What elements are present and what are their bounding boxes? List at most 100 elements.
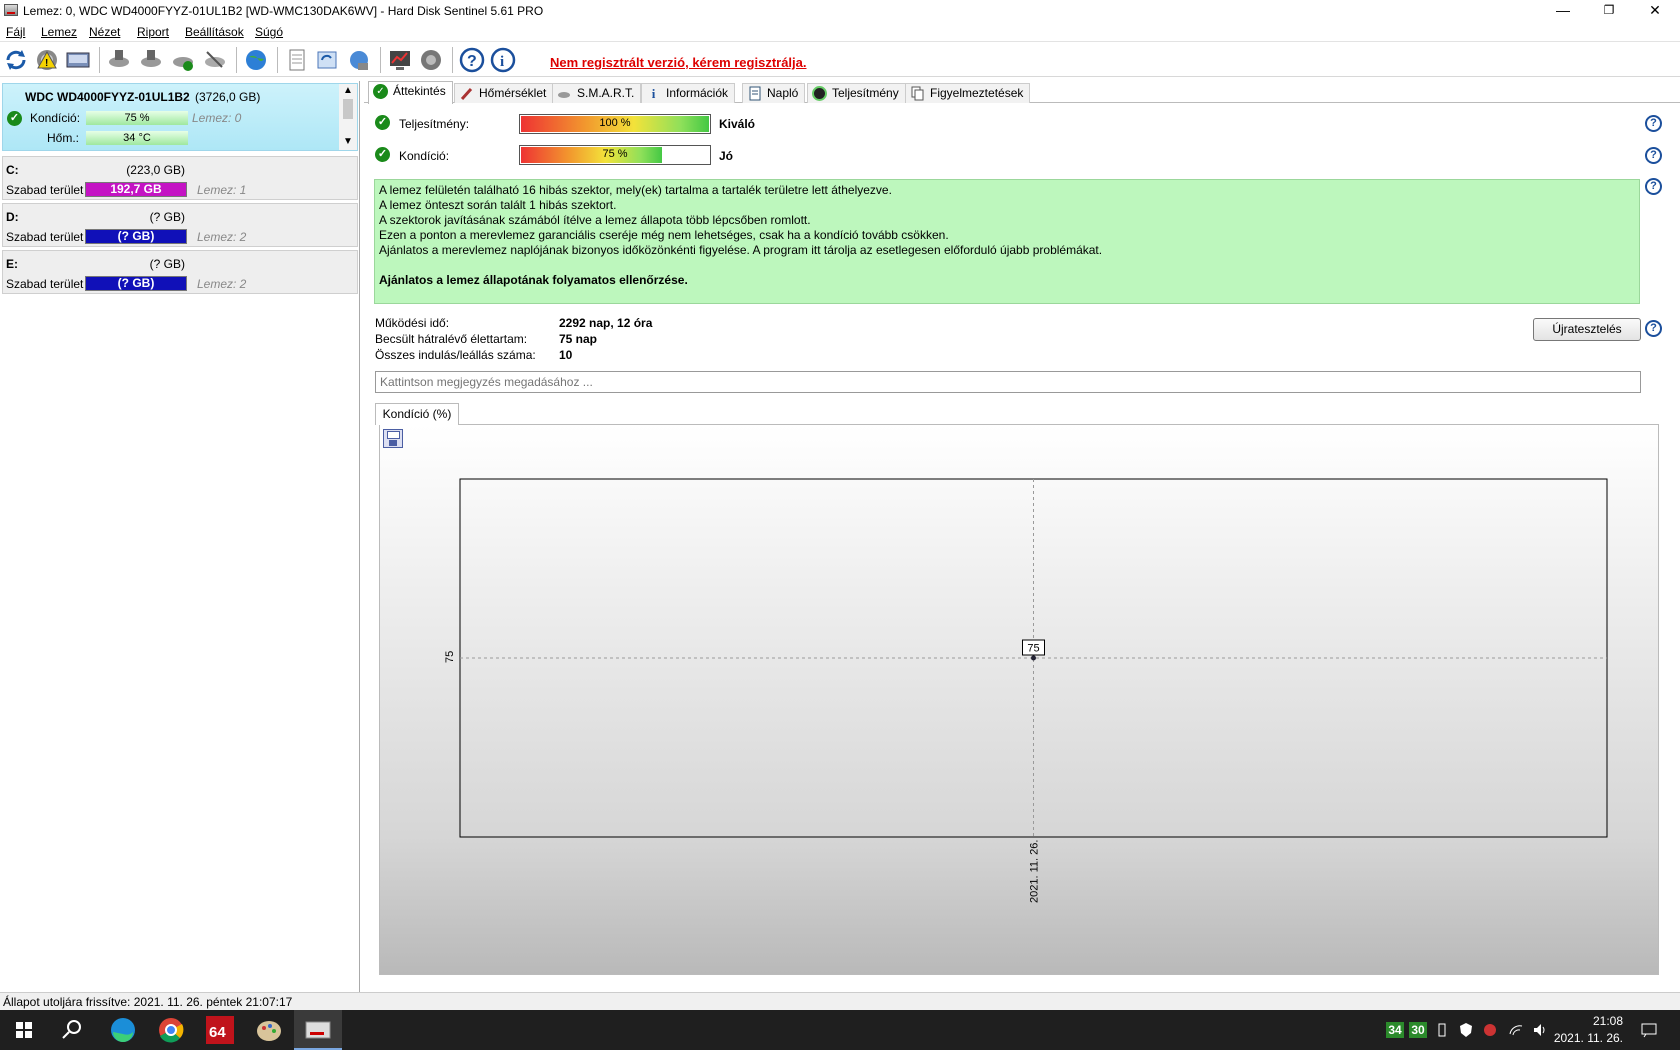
- performance-value: 100 %: [599, 117, 631, 129]
- alert-disk-icon[interactable]: !: [34, 47, 60, 73]
- menu-settings[interactable]: Beállítások: [185, 25, 244, 39]
- tab-label: Napló: [767, 86, 799, 100]
- tray-temperature-1[interactable]: 34: [1386, 1022, 1404, 1038]
- volume-card-e[interactable]: E: (? GB) Szabad terület (? GB) Lemez: 2: [2, 250, 358, 294]
- menu-bar: Fájl Lemez Nézet Riport Beállítások Súgó: [0, 22, 1680, 42]
- volume-size: (? GB): [149, 257, 185, 271]
- free-space-value: (? GB): [117, 276, 155, 290]
- data-point: [1031, 655, 1036, 661]
- disk-test-icon[interactable]: [106, 47, 132, 73]
- edge-browser-icon[interactable]: [99, 1010, 147, 1050]
- taskbar: 64 34 30 21:08 2021. 11. 26.: [0, 1010, 1680, 1050]
- info-icon: i: [651, 86, 656, 101]
- menu-help[interactable]: Súgó: [255, 25, 283, 39]
- scroll-down-icon[interactable]: ▼: [343, 136, 353, 147]
- search-icon[interactable]: [48, 1010, 96, 1050]
- tab-information[interactable]: i Információk: [641, 83, 736, 103]
- retest-button[interactable]: Újratesztelés: [1533, 318, 1641, 341]
- performance-check-icon: ✓: [375, 115, 390, 130]
- wifi-icon[interactable]: [1508, 1022, 1524, 1038]
- free-space-bar: 192,7 GB: [85, 182, 187, 197]
- disk-list-scrollbar[interactable]: ▲ ▼: [339, 84, 357, 150]
- menu-view[interactable]: Nézet: [89, 25, 120, 39]
- sync-icon[interactable]: [314, 47, 340, 73]
- scroll-thumb[interactable]: [343, 99, 353, 119]
- taskbar-clock[interactable]: 21:08 2021. 11. 26.: [1553, 1013, 1623, 1053]
- restore-button[interactable]: ❐: [1586, 0, 1632, 22]
- aida64-icon[interactable]: 64: [196, 1010, 244, 1050]
- scroll-up-icon[interactable]: ▲: [343, 85, 353, 96]
- note-input[interactable]: [375, 371, 1641, 393]
- check-icon: ✓: [7, 111, 22, 126]
- register-link[interactable]: Nem regisztrált verzió, kérem regisztrál…: [550, 55, 807, 70]
- condition-chart: 75 2021. 11. 26. 75: [444, 478, 1608, 903]
- globe-icon[interactable]: [243, 47, 269, 73]
- close-button[interactable]: ✕: [1632, 0, 1678, 22]
- help-icon[interactable]: ?: [459, 47, 485, 73]
- disk-ok-icon[interactable]: [170, 47, 196, 73]
- about-icon[interactable]: i: [490, 47, 516, 73]
- status-description: A lemez felületén található 16 hibás sze…: [374, 179, 1640, 304]
- menu-file[interactable]: Fájl: [6, 25, 25, 39]
- condition-bar: 75 %: [519, 145, 711, 165]
- status-line: Ajánlatos a merevlemez naplójának bizony…: [379, 243, 1103, 257]
- free-space-label: Szabad terület: [6, 230, 84, 244]
- volume-disk-index: Lemez: 2: [197, 277, 247, 291]
- volume-card-c[interactable]: C: (223,0 GB) Szabad terület 192,7 GB Le…: [2, 156, 358, 200]
- condition-label: Kondíció:: [399, 149, 450, 163]
- usb-device-icon[interactable]: [1434, 1022, 1450, 1038]
- security-shield-icon[interactable]: [1458, 1022, 1474, 1038]
- tray-temperature-2[interactable]: 30: [1409, 1022, 1427, 1038]
- tab-smart[interactable]: S.M.A.R.T.: [552, 83, 642, 103]
- status-line: A szektorok javításának számából ítélve …: [379, 213, 811, 227]
- refresh-icon[interactable]: [3, 47, 29, 73]
- chrome-browser-icon[interactable]: [147, 1010, 195, 1050]
- windows-start-icon[interactable]: [0, 1010, 48, 1050]
- network-icon[interactable]: [346, 47, 372, 73]
- help-icon[interactable]: ?: [1645, 178, 1662, 195]
- disk-card[interactable]: WDC WD4000FYYZ-01UL1B2 (3726,0 GB) ✓ Kon…: [2, 83, 358, 151]
- help-icon[interactable]: ?: [1645, 320, 1662, 337]
- toolbar-separator: [452, 47, 453, 73]
- tab-alerts[interactable]: Figyelmeztetések: [905, 83, 1031, 103]
- hard-disk-sentinel-taskbar-button[interactable]: [294, 1010, 342, 1050]
- toolbar-separator: [277, 47, 278, 73]
- free-space-label: Szabad terület: [6, 183, 84, 197]
- disk-tools-icon[interactable]: [202, 47, 228, 73]
- chart-tab-condition[interactable]: Kondíció (%): [375, 403, 459, 425]
- monitor-chart-icon[interactable]: [387, 47, 413, 73]
- help-icon[interactable]: ?: [1645, 147, 1662, 164]
- disk-info-icon[interactable]: [65, 47, 91, 73]
- report-icon[interactable]: [284, 47, 310, 73]
- tray-app-icon[interactable]: [1482, 1022, 1498, 1038]
- tab-temperature[interactable]: Hőmérséklet: [454, 83, 554, 103]
- disk-name: WDC WD4000FYYZ-01UL1B2: [25, 90, 190, 104]
- check-icon: ✓: [373, 84, 388, 99]
- clock-time: 21:08: [1592, 1014, 1623, 1028]
- app-window: Lemez: 0, WDC WD4000FYYZ-01UL1B2 [WD-WMC…: [0, 0, 1680, 1050]
- temperature-value: 34 °C: [123, 132, 151, 144]
- disk-size: (3726,0 GB): [195, 90, 261, 104]
- volume-icon[interactable]: [1532, 1022, 1548, 1038]
- tab-label: Információk: [666, 86, 729, 100]
- menu-disk[interactable]: Lemez: [41, 25, 77, 39]
- svg-text:!: !: [45, 58, 48, 69]
- tab-label: S.M.A.R.T.: [577, 86, 635, 100]
- volume-card-d[interactable]: D: (? GB) Szabad terület (? GB) Lemez: 2: [2, 203, 358, 247]
- tab-performance[interactable]: Teljesítmény: [807, 83, 906, 103]
- notifications-icon[interactable]: [1640, 1022, 1658, 1038]
- paint-app-icon[interactable]: [245, 1010, 293, 1050]
- toolbar-separator: [236, 47, 237, 73]
- minimize-button[interactable]: —: [1540, 0, 1586, 22]
- alerts-icon: [910, 86, 925, 101]
- help-icon[interactable]: ?: [1645, 115, 1662, 132]
- tab-overview[interactable]: ✓ Áttekintés: [368, 81, 453, 104]
- tab-bar: ✓ Áttekintés Hőmérséklet S.M.A.R.T. i In…: [364, 81, 1680, 104]
- menu-report[interactable]: Riport: [137, 25, 169, 39]
- surface-test-icon[interactable]: [138, 47, 164, 73]
- tab-log[interactable]: Napló: [742, 83, 806, 103]
- y-tick-label: 75: [444, 651, 456, 663]
- temperature-label: Hőm.:: [47, 131, 80, 145]
- speaker-icon[interactable]: [418, 47, 444, 73]
- tab-label: Figyelmeztetések: [930, 86, 1024, 100]
